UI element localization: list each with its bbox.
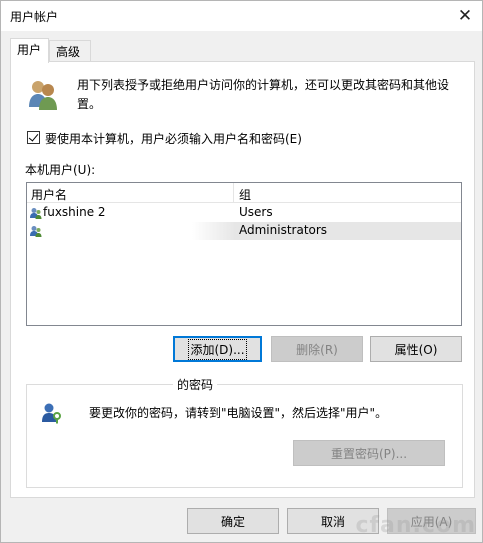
user-accounts-dialog: 用户帐户 ✕ 用户 高级 用下列表授予或拒绝用户访问你的计算机，还可以更改其密码… <box>0 0 483 543</box>
user-group: Administrators <box>239 223 328 237</box>
add-user-button-label: 添加(D)... <box>188 338 247 360</box>
user-group: Users <box>239 205 273 219</box>
require-login-checkbox[interactable] <box>27 131 40 144</box>
users-icon <box>29 81 57 110</box>
password-instructions: 要更改你的密码，请转到"电脑设置"，然后选择"用户"。 <box>89 406 388 420</box>
close-button[interactable]: ✕ <box>448 1 482 31</box>
table-row[interactable]: fuxshine 2 Users <box>27 204 461 222</box>
table-row[interactable]: Administrators <box>27 222 461 240</box>
user-icon <box>30 226 42 237</box>
users-tab-panel: 用下列表授予或拒绝用户访问你的计算机，还可以更改其密码和其他设置。 要使用本计算… <box>10 61 475 498</box>
cancel-button-label: 取消 <box>320 514 345 529</box>
title-bar: 用户帐户 ✕ <box>1 1 482 31</box>
add-user-button[interactable]: 添加(D)... <box>173 336 262 362</box>
ok-button[interactable]: 确定 <box>187 508 279 534</box>
column-divider[interactable] <box>233 183 234 203</box>
watermark: cfan.com <box>355 513 476 538</box>
tab-advanced[interactable]: 高级 <box>49 40 91 61</box>
tab-advanced-label: 高级 <box>56 45 81 59</box>
local-users-label: 本机用户(U): <box>25 163 96 177</box>
reset-password-button[interactable]: 重置密码(P)... <box>293 440 445 466</box>
tab-users[interactable]: 用户 <box>10 38 49 63</box>
user-name: fuxshine 2 <box>43 205 106 219</box>
ok-button-label: 确定 <box>220 514 245 529</box>
column-header-group[interactable]: 组 <box>239 186 251 203</box>
intro-text: 用下列表授予或拒绝用户访问你的计算机，还可以更改其密码和其他设置。 <box>77 78 450 111</box>
window-title: 用户帐户 <box>10 10 59 24</box>
properties-button[interactable]: 属性(O) <box>370 336 462 362</box>
close-icon: ✕ <box>457 6 473 26</box>
user-key-icon <box>42 403 61 424</box>
user-icon <box>30 208 42 219</box>
remove-user-button[interactable]: 删除(R) <box>271 336 363 362</box>
list-header: 用户名 组 <box>27 183 461 203</box>
properties-button-label: 属性(O) <box>394 342 438 357</box>
users-list[interactable]: 用户名 组 fuxshine 2 Users Administrators <box>26 182 462 326</box>
column-header-username[interactable]: 用户名 <box>31 186 67 203</box>
reset-password-button-label: 重置密码(P)... <box>330 446 408 461</box>
tab-users-label: 用户 <box>17 43 42 57</box>
password-groupbox-legend: 的密码 <box>173 376 218 393</box>
password-groupbox <box>26 384 463 488</box>
remove-user-button-label: 删除(R) <box>296 342 338 357</box>
require-login-label[interactable]: 要使用本计算机，用户必须输入用户名和密码(E) <box>45 130 302 147</box>
